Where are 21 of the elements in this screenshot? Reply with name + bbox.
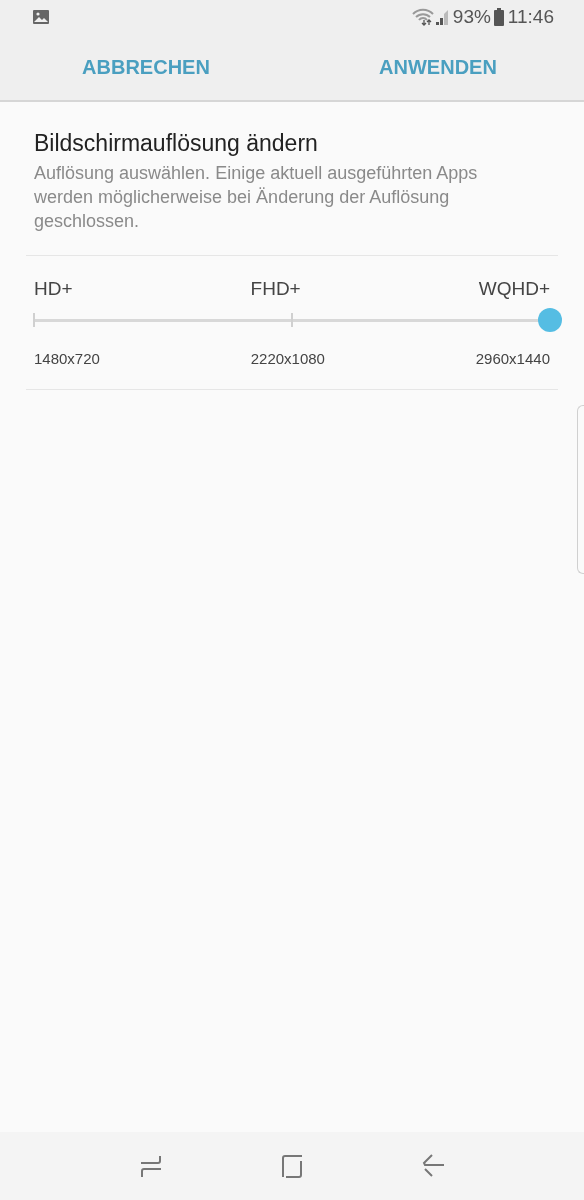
clock-time: 11:46 <box>507 6 554 28</box>
slider-thumb[interactable] <box>538 308 562 332</box>
stop-label: WQHD+ <box>478 278 550 300</box>
toolbar-button[interactable]: ABBRECHEN <box>0 45 292 89</box>
battery-icon <box>493 8 504 26</box>
toolbar-button[interactable]: ANWENDEN <box>292 45 584 89</box>
back-icon[interactable] <box>421 1154 446 1178</box>
description: Auflösung auswählen. Einige aktuell ausgeführten Apps werden möglicherweise bei Änderung der Auflösung geschlossen. <box>34 162 479 233</box>
recents-icon[interactable] <box>138 1153 163 1179</box>
stop-label: FHD+ <box>250 278 301 300</box>
edge-panel-handle[interactable] <box>577 405 584 574</box>
battery-percent: 93% <box>452 6 491 28</box>
resolution-value: 2220x1080 <box>250 350 325 367</box>
signal-icon <box>434 9 449 25</box>
stop-label: HD+ <box>34 278 73 300</box>
resolution-value: 1480x720 <box>34 350 100 367</box>
resolution-value: 2960x1440 <box>475 350 550 367</box>
wifi-icon <box>410 8 435 26</box>
screen-title: Bildschirmauflösung ändern <box>34 130 319 157</box>
image-icon <box>32 9 50 25</box>
home-icon[interactable] <box>280 1154 304 1178</box>
